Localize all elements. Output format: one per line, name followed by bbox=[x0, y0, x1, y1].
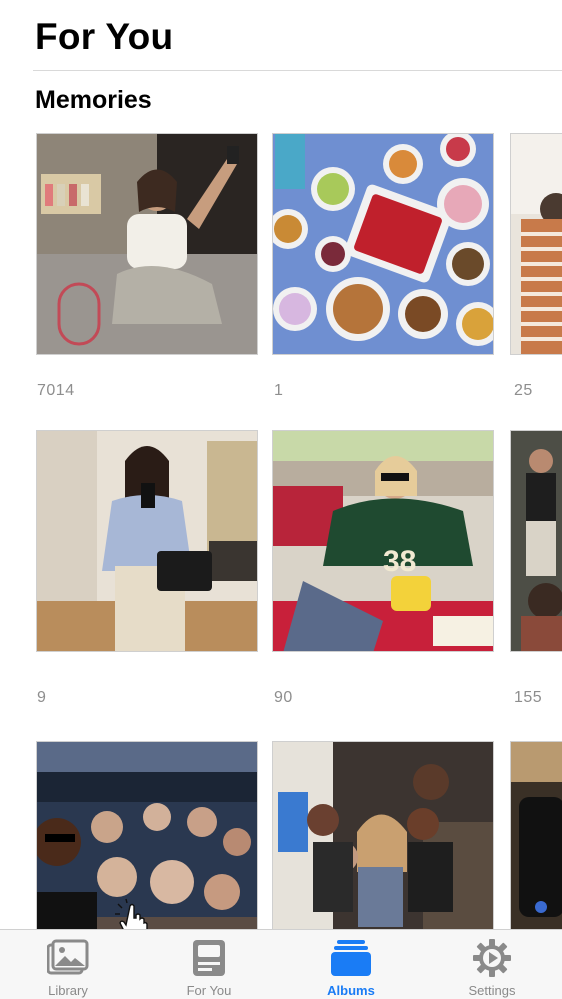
tab-albums[interactable]: Albums bbox=[291, 930, 411, 999]
settings-gear-icon bbox=[473, 939, 511, 977]
memory-count: 155 bbox=[514, 689, 543, 706]
memory-thumbnail-jersey[interactable]: 38 bbox=[272, 430, 494, 652]
tab-library-label: Library bbox=[48, 983, 88, 998]
tab-library[interactable]: Library bbox=[8, 930, 128, 999]
svg-text:38: 38 bbox=[383, 545, 416, 578]
tab-settings-label: Settings bbox=[468, 983, 516, 998]
memory-thumbnail-partial[interactable] bbox=[510, 430, 562, 652]
library-photos-icon bbox=[47, 939, 89, 975]
tab-albums-label: Albums bbox=[327, 983, 375, 998]
tap-cursor-icon bbox=[115, 898, 148, 930]
memory-thumbnail-partial[interactable] bbox=[510, 741, 562, 930]
memory-count: 7014 bbox=[37, 382, 75, 399]
memory-thumbnail-picnic[interactable] bbox=[272, 133, 494, 355]
memory-thumbnail-selfie[interactable] bbox=[36, 133, 258, 355]
memory-count: 90 bbox=[274, 689, 293, 706]
tab-for-you[interactable]: For You bbox=[149, 930, 269, 999]
for-you-card-icon bbox=[193, 940, 225, 976]
tab-bar: Library For You Albums Settings bbox=[0, 929, 562, 999]
tab-settings[interactable]: Settings bbox=[432, 930, 552, 999]
memory-count: 25 bbox=[514, 382, 533, 399]
memories-grid: Memories 7014 1 25 38 9 90 155 bbox=[0, 0, 562, 930]
albums-folder-icon bbox=[331, 940, 371, 976]
memory-thumbnail-partial[interactable] bbox=[510, 133, 562, 355]
memory-thumbnail-group[interactable] bbox=[272, 741, 494, 930]
memory-count: 9 bbox=[37, 689, 47, 706]
tab-for-you-label: For You bbox=[186, 983, 232, 998]
memory-thumbnail-mirror-selfie[interactable] bbox=[36, 430, 258, 652]
memories-section-title: Memories bbox=[35, 86, 152, 114]
memory-count: 1 bbox=[274, 382, 284, 399]
